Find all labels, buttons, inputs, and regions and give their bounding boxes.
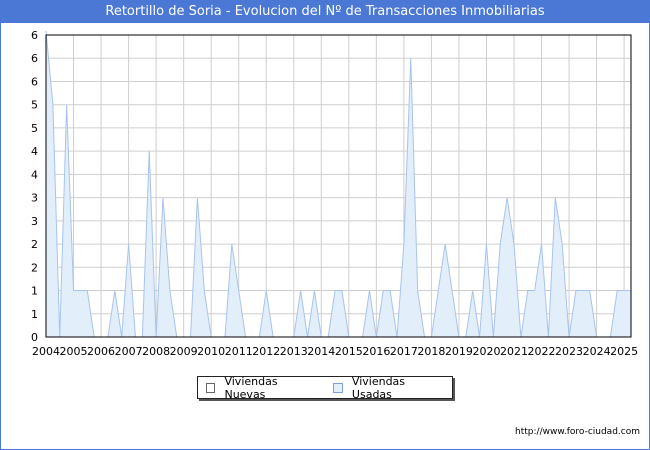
plot-area	[45, 30, 631, 338]
x-tick-label: 2020	[472, 345, 500, 358]
x-tick-label: 2012	[252, 345, 280, 358]
x-tick-label: 2021	[500, 345, 528, 358]
x-tick-label: 2025	[610, 345, 638, 358]
legend-item-usadas: Viviendas Usadas	[333, 375, 442, 401]
y-tick-label: 2	[31, 261, 38, 274]
y-tick-label: 1	[31, 308, 38, 321]
x-tick-label: 2008	[142, 345, 170, 358]
footer-url[interactable]: http://www.foro-ciudad.com	[515, 427, 640, 437]
x-tick-label: 2017	[390, 345, 418, 358]
y-tick-label: 5	[31, 99, 38, 112]
x-tick-label: 2013	[280, 345, 308, 358]
y-tick-label: 3	[31, 215, 38, 228]
y-tick-label: 5	[31, 122, 38, 135]
x-tick-label: 2023	[555, 345, 583, 358]
x-tick-label: 2022	[528, 345, 556, 358]
x-tick-label: 2010	[197, 345, 225, 358]
x-tick-label: 2009	[170, 345, 198, 358]
x-tick-label: 2014	[307, 345, 335, 358]
x-tick-label: 2018	[417, 345, 445, 358]
x-tick-label: 2011	[225, 345, 253, 358]
legend-swatch-usadas	[333, 382, 343, 393]
legend: Viviendas Nuevas Viviendas Usadas	[197, 375, 453, 401]
legend-item-nuevas: Viviendas Nuevas	[206, 375, 315, 401]
y-tick-label: 4	[31, 168, 38, 181]
series-usadas-fill	[46, 31, 631, 337]
x-tick-label: 2005	[60, 345, 88, 358]
y-tick-label: 6	[31, 75, 38, 88]
legend-label-usadas: Viviendas Usadas	[351, 374, 406, 401]
y-tick-label: 4	[31, 145, 38, 158]
y-axis-ticks: 0 1 1 2 2 3 3 4 4 5 5 6 6 6	[31, 29, 38, 344]
y-tick-label: 6	[31, 52, 38, 65]
y-tick-label: 3	[31, 192, 38, 205]
x-tick-label: 2016	[362, 345, 390, 358]
x-tick-label: 2006	[87, 345, 115, 358]
legend-swatch-nuevas	[206, 382, 216, 393]
y-tick-label: 2	[31, 238, 38, 251]
x-tick-label: 2015	[335, 345, 363, 358]
x-tick-label: 2007	[115, 345, 143, 358]
x-axis-ticks: 2004 2005 2006 2007 2008 2009 2010 2011 2012 2013…	[32, 345, 638, 358]
x-tick-label: 2004	[32, 345, 60, 358]
x-tick-label: 2024	[583, 345, 611, 358]
y-tick-label: 6	[31, 29, 38, 42]
legend-label-nuevas: Viviendas Nuevas	[224, 374, 278, 401]
x-tick-label: 2019	[445, 345, 473, 358]
y-tick-label: 1	[31, 285, 38, 298]
y-tick-label: 0	[31, 331, 38, 344]
